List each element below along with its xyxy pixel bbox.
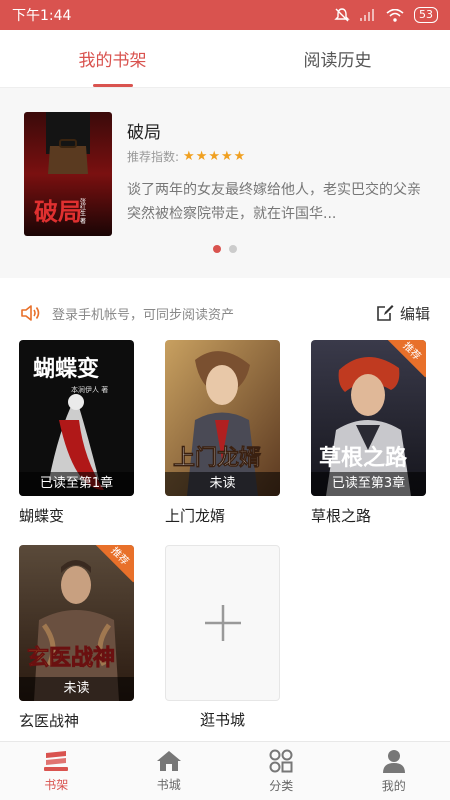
browse-store-label[interactable]: 逛书城 (165, 709, 280, 730)
book-cover-title: 玄医战神 (27, 645, 115, 671)
reading-progress: 未读 (19, 677, 134, 701)
nav-label: 分类 (269, 778, 294, 793)
edit-icon (377, 305, 394, 321)
edit-label: 编辑 (399, 304, 430, 323)
nav-label: 书架 (44, 777, 69, 792)
nav-category[interactable]: 分类 (225, 742, 338, 800)
add-book-button[interactable] (165, 545, 280, 701)
carousel-dot[interactable] (213, 245, 221, 253)
signal-icon (360, 9, 374, 21)
book-cover[interactable]: 草根之路 推荐 已读至第3章 (311, 340, 426, 496)
status-bar: 下午1:44 53 (0, 0, 450, 30)
nav-bookstore[interactable]: 书城 (113, 742, 226, 800)
profile-icon (382, 749, 405, 773)
top-tabs: 我的书架 阅读历史 (0, 30, 450, 88)
carousel-indicator (213, 245, 237, 253)
book-card[interactable]: 草根之路 推荐 已读至第3章 草根之路 (311, 340, 426, 526)
login-notice-text[interactable]: 登录手机帐号，可同步阅读资产 (52, 304, 376, 323)
recommend-cover-title: 破局 (34, 198, 82, 226)
book-cover-author: 本涧伊人 著 (71, 385, 108, 394)
recommend-cover[interactable]: 张红生 著 破局 (24, 112, 112, 236)
reading-progress: 已读至第1章 (19, 472, 134, 496)
tab-reading-history[interactable]: 阅读历史 (225, 30, 450, 87)
book-title[interactable]: 草根之路 (311, 505, 426, 526)
reading-progress: 已读至第3章 (311, 472, 426, 496)
nav-label: 我的 (381, 778, 406, 793)
plus-icon (204, 605, 241, 641)
recommend-title[interactable]: 破局 (127, 118, 161, 143)
recommend-rating: 推荐指数: ★★★★★ (127, 148, 246, 165)
bottom-nav: 书架 书城 分类 我的 (0, 741, 450, 800)
book-cover-title: 蝴蝶变 (33, 356, 99, 382)
recommend-description: 谈了两年的女友最终嫁给他人，老实巴交的父亲突然被检察院带走，就在许国华... (127, 182, 421, 222)
book-cover[interactable]: 上门龙婿 未读 (165, 340, 280, 496)
nav-label: 书城 (156, 777, 181, 792)
edit-button[interactable]: 编辑 (376, 303, 430, 324)
rating-stars-icon: ★★★★★ (183, 149, 247, 164)
book-card[interactable]: 玄医战神 推荐 未读 玄医战神 (19, 545, 134, 731)
wifi-icon (386, 8, 404, 22)
book-cover-title: 上门龙婿 (173, 445, 261, 471)
reading-progress: 未读 (165, 472, 280, 496)
battery-icon: 53 (414, 7, 438, 23)
book-card[interactable]: 蝴蝶变 本涧伊人 著 已读至第1章 蝴蝶变 (19, 340, 134, 526)
book-cover[interactable]: 玄医战神 推荐 未读 (19, 545, 134, 701)
tab-my-bookshelf[interactable]: 我的书架 (0, 30, 225, 87)
recommend-banner[interactable]: 张红生 著 破局 破局 推荐指数: ★★★★★ 谈了两年的女友最终嫁给他人，老实… (0, 88, 450, 278)
carousel-dot[interactable] (229, 245, 237, 253)
book-cover-title: 草根之路 (319, 445, 408, 471)
nav-bookshelf[interactable]: 书架 (0, 742, 113, 800)
mute-alarm-icon (334, 8, 350, 22)
book-cover[interactable]: 蝴蝶变 本涧伊人 著 已读至第1章 (19, 340, 134, 496)
book-card[interactable]: 上门龙婿 未读 上门龙婿 (165, 340, 280, 526)
nav-profile[interactable]: 我的 (338, 742, 450, 800)
bookshelf-icon (44, 750, 69, 771)
category-icon (269, 749, 293, 772)
speaker-icon (21, 305, 40, 321)
book-title[interactable]: 上门龙婿 (165, 505, 280, 526)
rating-label: 推荐指数: (127, 150, 180, 164)
book-title[interactable]: 玄医战神 (19, 710, 134, 731)
login-notice: 登录手机帐号，可同步阅读资产 编辑 (0, 296, 450, 330)
book-title[interactable]: 蝴蝶变 (19, 505, 134, 526)
store-icon (156, 750, 181, 771)
status-time: 下午1:44 (12, 8, 72, 24)
